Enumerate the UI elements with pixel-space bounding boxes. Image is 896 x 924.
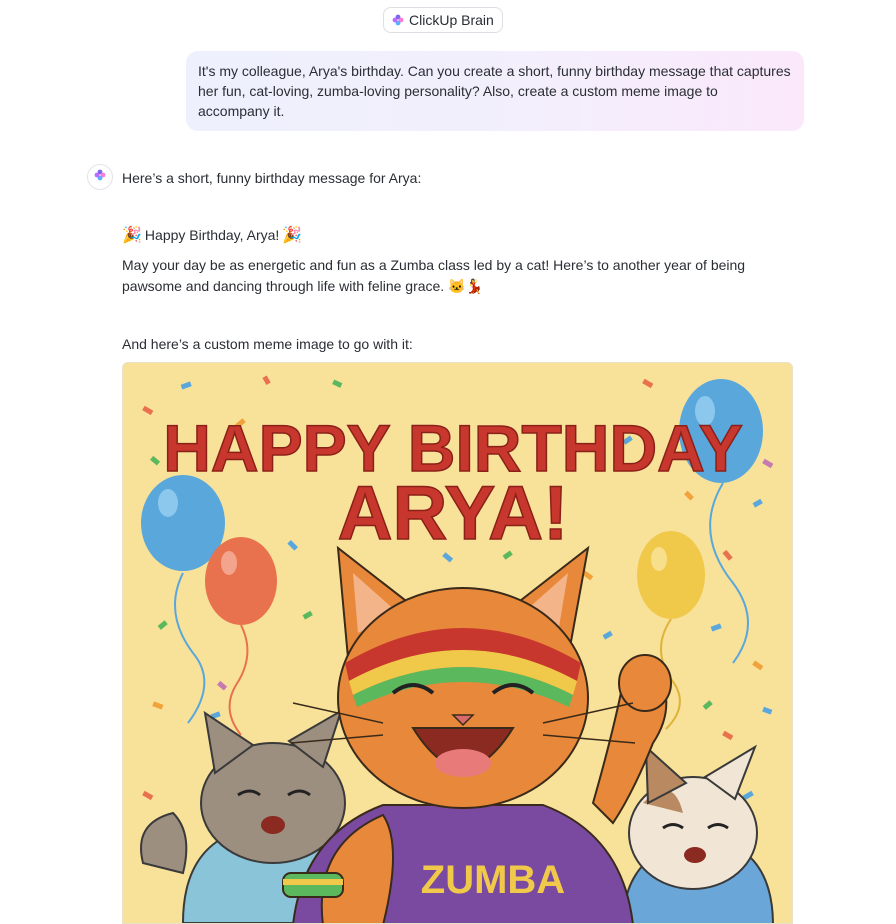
assistant-avatar [87, 164, 113, 190]
birthday-message: May your day be as energetic and fun as … [122, 257, 746, 294]
shirt-text: ZUMBA [421, 858, 565, 902]
clickup-brain-badge[interactable]: ClickUp Brain [383, 7, 503, 33]
birthday-headline: 🎉 Happy Birthday, Arya! 🎉 [122, 225, 302, 246]
meme-intro: And here’s a custom meme image to go wit… [122, 336, 413, 352]
clickup-brain-icon [94, 168, 106, 186]
party-popper-icon: 🎉 [122, 227, 142, 244]
user-message-bubble: It's my colleague, Arya's birthday. Can … [186, 51, 804, 131]
clickup-brain-icon [392, 14, 404, 26]
headline-text: Happy Birthday, Arya! [144, 227, 280, 243]
badge-label: ClickUp Brain [409, 12, 494, 28]
meme-image[interactable]: HAPPY BIRTHDAY ARYA! ZUMBA [122, 362, 793, 924]
meme-title-line2: ARYA! [338, 471, 569, 556]
assistant-intro: Here’s a short, funny birthday message f… [122, 170, 422, 186]
party-popper-icon: 🎉 [282, 227, 303, 244]
user-message-text: It's my colleague, Arya's birthday. Can … [198, 63, 791, 119]
